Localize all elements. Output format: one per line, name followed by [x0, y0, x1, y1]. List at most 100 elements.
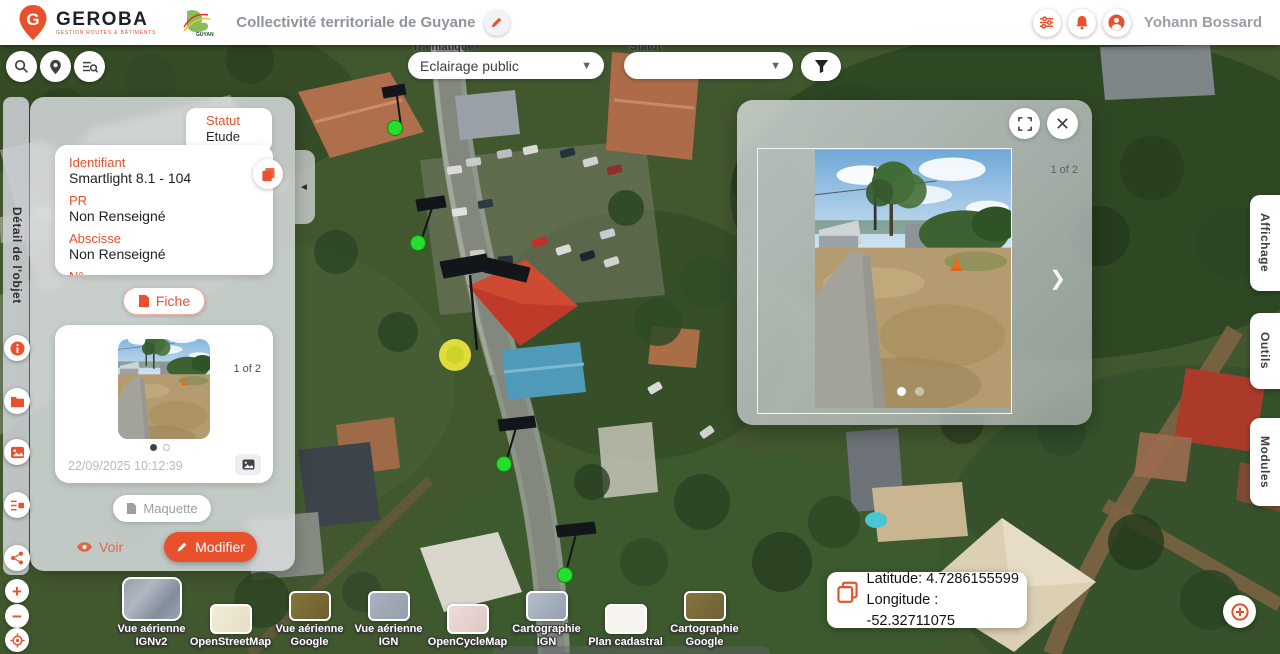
folder-icon [10, 395, 25, 408]
add-object-button[interactable] [1223, 595, 1256, 628]
tab-label: Affichage [1258, 213, 1272, 272]
basemap-thumbnail[interactable] [526, 591, 568, 621]
next-photo-button[interactable]: ❯ [1049, 266, 1066, 291]
locate-search-button[interactable] [40, 51, 71, 82]
open-gallery-button[interactable] [235, 454, 261, 475]
basemap-opencyclemap[interactable]: OpenCycleMap [428, 604, 507, 649]
notifications-button[interactable] [1068, 9, 1096, 37]
field-label: Abscisse [69, 231, 259, 246]
basemap-thumbnail[interactable] [684, 591, 726, 621]
longitude-value: Longitude : -52.32711075 [867, 590, 1028, 632]
basemap-label: Cartographie IGN [507, 623, 586, 649]
gallery-list-button[interactable] [4, 492, 30, 518]
basemap-vue-aerienne-google[interactable]: Vue aérienne Google [270, 591, 349, 649]
carousel-dot[interactable] [915, 387, 924, 396]
tab-modules[interactable]: Modules [1250, 418, 1280, 506]
brand-tagline: GESTION ROUTES & BÂTIMENTS [56, 30, 156, 36]
basemap-label: Vue aérienne Google [270, 623, 349, 649]
photo-card: 1 of 2 22/09/2025 10:12:39 [55, 325, 273, 483]
info-icon [10, 341, 25, 356]
photo-counter: 1 of 2 [233, 363, 261, 375]
documents-button[interactable] [4, 388, 30, 414]
basemap-vue-aerienne-ignv2[interactable]: Vue aérienne IGNv2 [112, 577, 191, 649]
settings-button[interactable] [1033, 9, 1061, 37]
status-label: Statut [206, 113, 262, 129]
basemap-cartographie-google[interactable]: Cartographie Google [665, 591, 744, 649]
basemap-cartographie-ign[interactable]: Cartographie IGN [507, 591, 586, 649]
tab-outils[interactable]: Outils [1250, 313, 1280, 389]
modifier-button[interactable]: Modifier [164, 532, 257, 562]
object-fields-card: Identifiant Smartlight 8.1 - 104 PR Non … [55, 145, 273, 275]
map-marker-selected-core[interactable] [446, 346, 464, 364]
field-label: N° [69, 269, 259, 275]
photos-button[interactable] [4, 439, 30, 465]
basemap-label: Cartographie Google [665, 623, 744, 649]
search-icon [14, 59, 29, 74]
minus-icon: − [12, 608, 22, 625]
tab-label: Outils [1258, 332, 1272, 369]
image-icon [10, 446, 25, 459]
zoom-in-button[interactable]: + [5, 579, 29, 603]
modifier-button-label: Modifier [195, 539, 245, 555]
object-photo-thumbnail[interactable] [118, 339, 210, 439]
carousel-dots [150, 444, 170, 451]
tab-affichage[interactable]: Affichage [1250, 195, 1280, 291]
voir-button-label: Voir [99, 539, 123, 555]
photo-viewer-panel: 1 of 2 ❯ [737, 100, 1092, 425]
page-title: Collectivité territoriale de Guyane [236, 14, 475, 31]
maquette-button[interactable]: Maquette [113, 495, 211, 522]
locate-button[interactable] [5, 628, 29, 652]
basemap-thumbnail[interactable] [210, 604, 252, 634]
basemap-thumbnail[interactable] [605, 604, 647, 634]
object-photo[interactable] [815, 150, 1011, 408]
fullscreen-button[interactable] [1009, 108, 1040, 139]
panel-collapse-tab[interactable]: ◄ [295, 150, 315, 224]
basemap-thumbnail[interactable] [447, 604, 489, 634]
field-value: Non Renseigné [69, 208, 259, 224]
basemap-openstreetmap[interactable]: OpenStreetMap [191, 604, 270, 649]
pencil-icon [490, 16, 503, 29]
thematique-select[interactable]: Eclairage public ▼ [408, 52, 604, 79]
basemap-vue-aerienne-ign[interactable]: Vue aérienne IGN [349, 591, 428, 649]
fiche-button[interactable]: Fiche [123, 287, 205, 315]
statut-select[interactable]: ▼ [624, 52, 793, 79]
basemap-label: OpenCycleMap [428, 636, 507, 649]
geroba-pin-icon: G [18, 4, 48, 41]
carousel-dot[interactable] [897, 387, 906, 396]
latitude-value: Latitude: 4.7286155599 [867, 569, 1028, 590]
basemap-thumbnail[interactable] [368, 591, 410, 621]
viewer-photo-counter: 1 of 2 [1050, 164, 1078, 176]
account-button[interactable] [1103, 9, 1131, 37]
carousel-dot[interactable] [163, 444, 170, 451]
object-detail-panel: Statut Etude Identifiant Smartlight 8.1 … [30, 97, 295, 571]
status-value: Etude [206, 129, 262, 145]
close-button[interactable] [1047, 108, 1078, 139]
share-button[interactable] [4, 545, 30, 571]
svg-text:GUYANE: GUYANE [196, 32, 214, 38]
filter-button[interactable] [801, 52, 841, 81]
map-marker[interactable] [497, 457, 512, 472]
edit-title-button[interactable] [484, 10, 510, 36]
voir-button[interactable]: Voir [76, 539, 123, 555]
basemap-thumbnail[interactable] [289, 591, 331, 621]
carousel-dot[interactable] [150, 444, 157, 451]
plus-icon: + [12, 583, 22, 600]
copy-object-button[interactable] [253, 159, 283, 189]
search-button[interactable] [6, 51, 37, 82]
zoom-out-button[interactable]: − [5, 604, 29, 628]
basemap-plan-cadastral[interactable]: Plan cadastral [586, 604, 665, 649]
map-marker[interactable] [388, 121, 403, 136]
copy-coordinates-icon[interactable] [837, 581, 859, 605]
map-search-tools [6, 51, 105, 82]
brand-name: GEROBA [56, 10, 156, 29]
basemap-label: OpenStreetMap [190, 636, 271, 649]
tab-label: Modules [1258, 436, 1272, 488]
map-marker[interactable] [411, 236, 426, 251]
list-search-button[interactable] [74, 51, 105, 82]
basemap-thumbnail[interactable] [122, 577, 182, 621]
chevron-down-icon: ▼ [581, 60, 592, 72]
basemap-label: Vue aérienne IGNv2 [112, 623, 191, 649]
field-label: PR [69, 193, 259, 208]
list-search-icon [82, 60, 98, 74]
info-button[interactable] [4, 335, 30, 361]
